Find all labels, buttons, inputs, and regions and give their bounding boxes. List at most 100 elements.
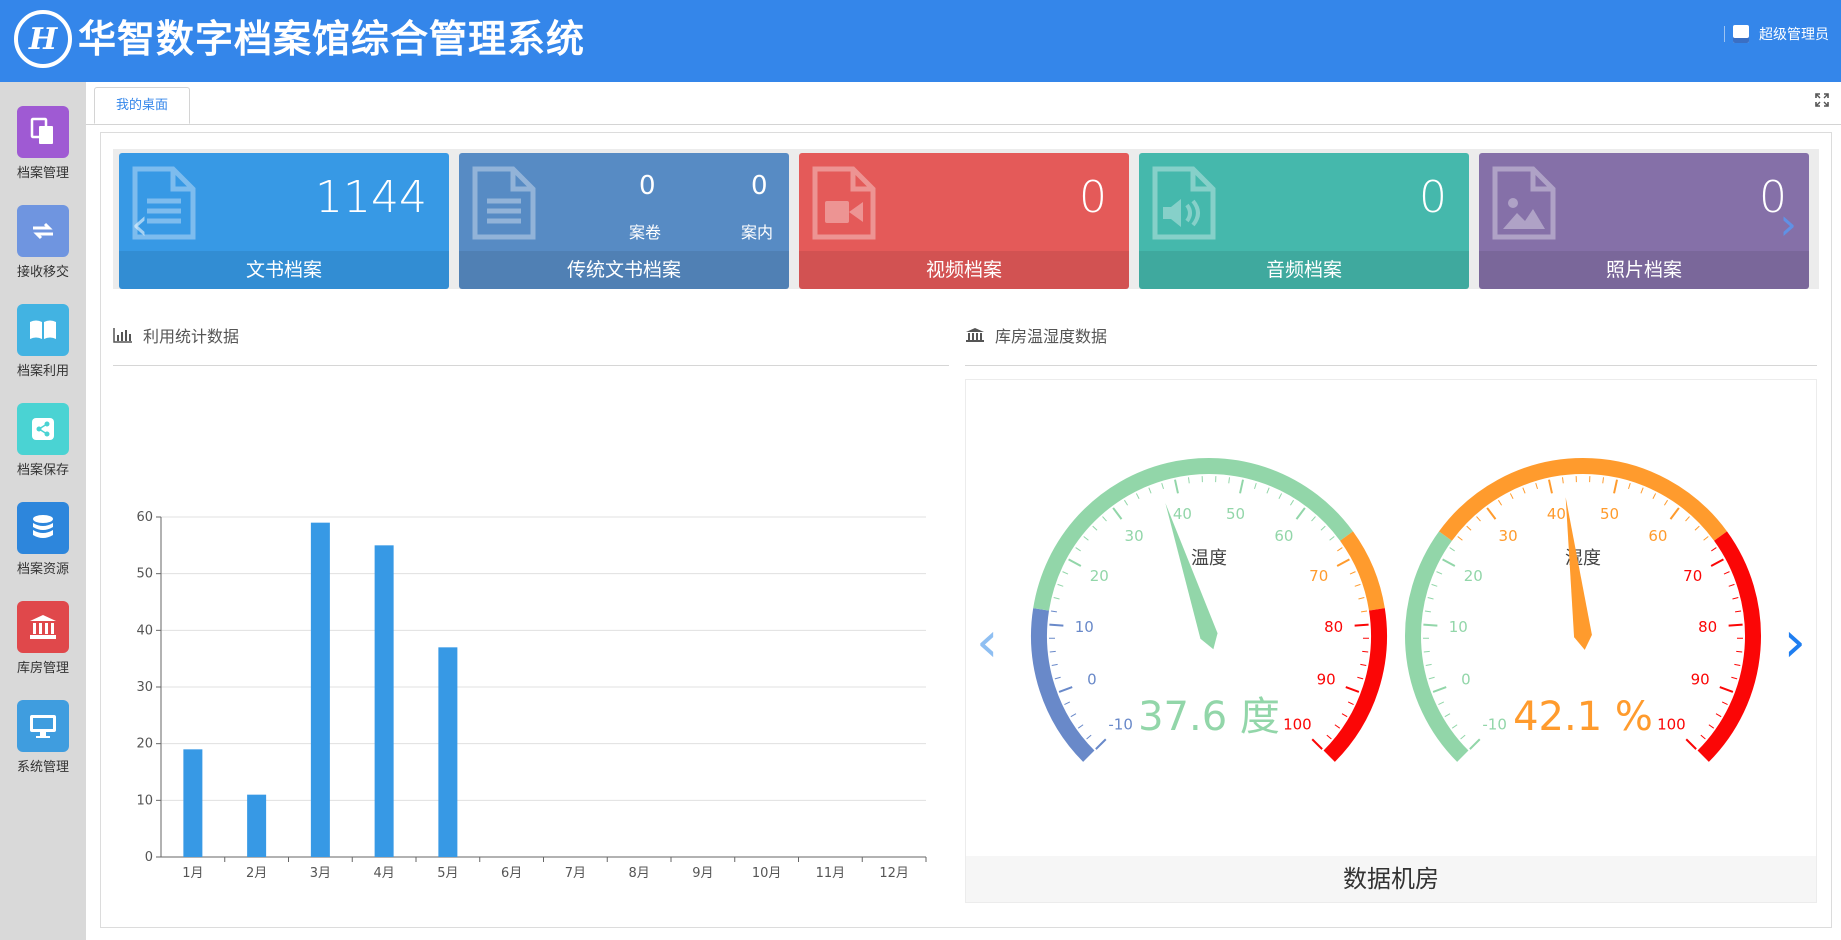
gauge-tick [1466,525,1472,531]
card-audio-archive[interactable]: 0 音频档案 [1139,153,1469,289]
gauge-tick [1708,724,1715,729]
card-video-archive[interactable]: 0 视频档案 [799,153,1129,289]
sidebar-item-warehouse-management[interactable]: 库房管理 [0,601,86,693]
card-label: 照片档案 [1479,251,1809,289]
sidebar-item-label: 档案利用 [16,364,69,379]
institution-icon [17,601,69,653]
gauge-tick [1102,516,1107,522]
tab-my-desktop[interactable]: 我的桌面 [94,87,190,124]
gauge-tick [1703,536,1709,541]
card-sublabel: 案内 [741,223,774,242]
gauge-tick [1561,477,1564,484]
video-file-icon [812,166,876,240]
gauge-tick [1062,571,1069,575]
gauge-tick [1337,547,1343,552]
gauge-tick [1498,499,1503,506]
gauge-tick [1075,547,1081,552]
gauge-tick-label: 90 [1317,671,1336,689]
x-tick-label: 1月 [182,866,203,881]
gauge-tick [1640,487,1644,494]
logo: H [14,10,72,68]
gauge-tick [1700,734,1706,740]
card-photo-archive[interactable]: 0 照片档案 › [1479,153,1809,289]
gauge-tick [1476,516,1481,522]
gauge-tick [1058,686,1073,693]
gauge-tick [1652,493,1657,500]
gauge-tick [1721,701,1728,705]
sidebar-item-system-management[interactable]: 系统管理 [0,700,86,792]
gauge-tick [1428,676,1435,680]
gauge-tick-label: 50 [1600,505,1619,523]
warehouse-humidity-heading: 库房温湿度数据 [965,323,1107,347]
gauge-tick-label: -10 [1482,715,1507,733]
sidebar-item-receive-transfer[interactable]: 接收移交 [0,205,86,297]
gauge-tick [1710,558,1724,567]
image-file-icon [1492,166,1556,240]
carousel-next-icon[interactable]: › [1779,203,1797,247]
sidebar-item-archive-preservation[interactable]: 档案保存 [0,403,86,495]
gauge-tick-label: 70 [1683,567,1702,585]
gauge-tick [1613,479,1618,494]
x-tick-label: 2月 [246,866,267,881]
gauge-pointer [1165,502,1218,650]
sidebar-item-archive-resources[interactable]: 档案资源 [0,502,86,594]
fullscreen-icon[interactable] [1815,93,1829,107]
y-tick-label: 60 [136,510,153,525]
gauge-tick-label: 0 [1087,671,1097,689]
gauge-tick [1053,597,1060,600]
gauge-tick [1358,597,1365,600]
gauge-tick [1723,571,1730,575]
gauge-tick [1424,610,1431,613]
bar [438,647,458,857]
user-name[interactable]: 超级管理员 [1759,24,1829,44]
database-icon [17,502,69,554]
gauge-tick [1669,507,1680,520]
gauge-tick-label: 70 [1309,567,1328,585]
gauge-tick [1735,610,1742,613]
gauge-prev-icon[interactable]: ‹ [976,615,998,671]
card-document-archive[interactable]: 1144 文书档案 ‹ [119,153,449,289]
app-title: 华智数字档案馆综合管理系统 [78,17,586,61]
gauge-panel: -10 0 10 20 30 40 50 60 70 80 90 100 温度 37.6 度 -10 0 10 2… [965,379,1817,903]
card-traditional-document-archive[interactable]: 0 案卷 0 案内 传统文书档案 [459,153,789,289]
bar-chart-svg: 0 10 20 30 40 50 60 1月 2月 3月 4月 5月 6月 7月 8月 9月 10月 11月 12月 [136,510,927,881]
gauge-tick-label: 40 [1547,505,1566,523]
gauge-tick [1423,623,1438,627]
gauge-tick-label: 10 [1075,618,1094,636]
logo-text: H [28,21,58,57]
bar [183,749,203,857]
gauge-tick [1449,547,1455,552]
x-tick-label: 9月 [692,866,713,881]
card-label: 视频档案 [799,251,1129,289]
dashboard-panel: 1144 文书档案 ‹ 0 案卷 0 案内 传统文书档案 0 视频档案 0 音频… [100,132,1832,928]
gauge-tick [1112,507,1123,520]
sidebar-item-archive-management[interactable]: 档案管理 [0,106,86,198]
carousel-prev-icon[interactable]: ‹ [131,203,149,247]
gauge-tick-label: 30 [1125,527,1144,545]
gauge-tick [1050,610,1057,613]
audio-file-icon [1152,166,1216,240]
gauge-tick [1628,482,1631,490]
gauge-tick [1051,663,1058,667]
gauge-tick [1135,493,1140,500]
stat-cards: 1144 文书档案 ‹ 0 案卷 0 案内 传统文书档案 0 视频档案 0 音频… [113,149,1819,289]
gauge-tick [1469,738,1481,750]
gauge-tick-label: 10 [1449,618,1468,636]
gauge-tick [1460,734,1466,740]
gauge-tick [1068,558,1082,567]
gauge-tick [1436,571,1443,575]
gauge-tick [1719,686,1734,693]
sidebar-item-archive-usage[interactable]: 档案利用 [0,304,86,396]
gauge-next-icon[interactable]: › [1784,615,1806,671]
gauge-tick-label: 20 [1464,567,1483,585]
gauge-tick [1442,558,1456,567]
user-menu[interactable]: 超级管理员 [1724,24,1829,44]
divider [1724,26,1725,42]
gauge-tick [1431,583,1438,587]
gauge-tick [1694,525,1700,531]
gauge-tick [1057,583,1064,587]
user-avatar-icon [1733,25,1749,43]
gauge-svg: -10 0 10 20 30 40 50 60 70 80 90 100 温度 37.6 度 -10 0 10 2… [1031,458,1761,762]
gauge-tick [1509,493,1514,500]
app-header: H 华智数字档案馆综合管理系统 超级管理员 [0,0,1841,82]
